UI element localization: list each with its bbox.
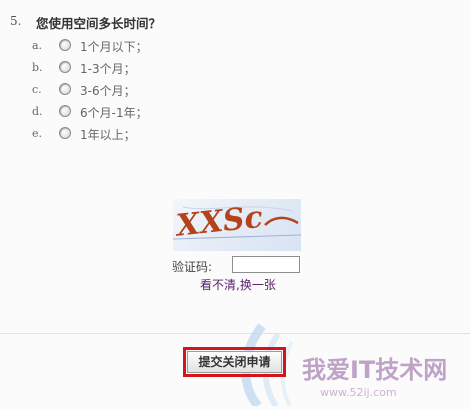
option-radio[interactable] <box>59 61 71 73</box>
refresh-captcha-link[interactable]: 看不清,换一张 <box>200 276 276 293</box>
watermark-title: 我爱IT技术网 <box>302 356 447 384</box>
option-radio[interactable] <box>59 105 71 117</box>
option-letter: a. <box>32 39 43 52</box>
captcha-label: 验证码: <box>172 260 213 274</box>
option-label: 3-6个月； <box>80 84 136 98</box>
captcha-text: XXSc <box>173 200 264 244</box>
captcha-image: XXSc <box>173 199 302 251</box>
captcha-graphic: XXSc <box>173 200 302 244</box>
option-radio[interactable] <box>59 83 71 95</box>
submit-close-request-button[interactable]: 提交关闭申请 <box>187 351 282 373</box>
option-letter: b. <box>32 61 43 74</box>
option-radio[interactable] <box>59 127 71 139</box>
question-title: 您使用空间多长时间？ <box>36 16 162 31</box>
option-letter: d. <box>32 105 43 118</box>
question-number: 5. <box>10 14 22 28</box>
option-label: 1年以上； <box>80 128 136 142</box>
option-radio[interactable] <box>59 39 71 51</box>
option-label: 1个月以下； <box>80 40 148 54</box>
option-letter: e. <box>32 127 43 140</box>
option-label: 6个月-1年； <box>80 106 148 120</box>
watermark-url: www.52ij.com <box>320 386 397 399</box>
option-letter: c. <box>32 83 42 96</box>
captcha-input[interactable] <box>232 256 300 273</box>
option-label: 1-3个月； <box>80 62 136 76</box>
submit-highlight: 提交关闭申请 <box>183 347 286 377</box>
